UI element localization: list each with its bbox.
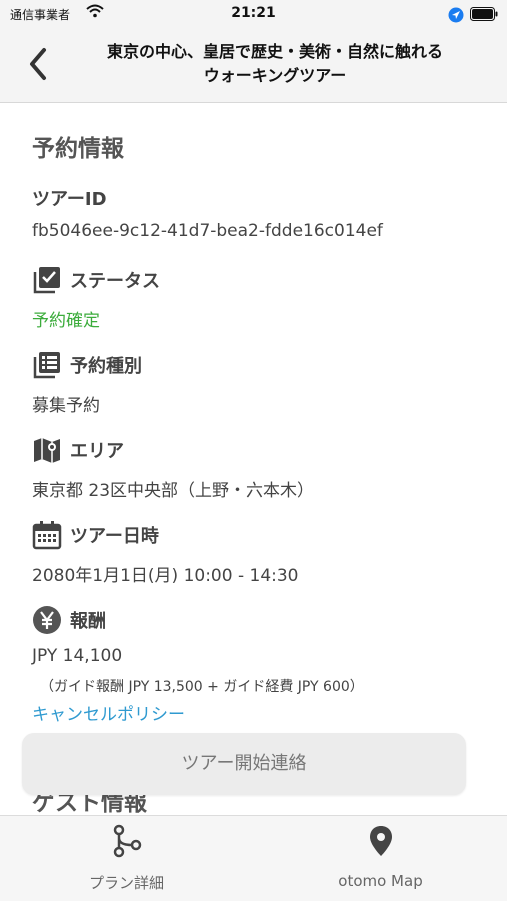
map-icon: [34, 438, 60, 463]
clock: 21:21: [231, 5, 276, 21]
battery-icon: [470, 7, 498, 25]
reservation-type-label-text: 予約種別: [70, 356, 142, 377]
datetime-label: ツアー日時: [32, 520, 159, 550]
yen-coin-icon: [33, 606, 61, 634]
tab-otomo-map-label: otomo Map: [338, 872, 423, 890]
fee-breakdown: （ガイド報酬 JPY 13,500 + ガイド経費 JPY 600）: [40, 679, 364, 695]
page-title-line2: ウォーキングツアー: [203, 66, 347, 85]
calendar-icon: [32, 521, 62, 550]
area-label: エリア: [32, 435, 124, 465]
status-value: 予約確定: [32, 311, 100, 331]
checklist-icon: [33, 267, 60, 294]
status-label: ステータス: [32, 265, 160, 295]
status-label-text: ステータス: [70, 271, 160, 292]
tour-start-contact-button[interactable]: ツアー開始連絡: [22, 733, 466, 795]
reservation-type-value: 募集予約: [32, 396, 100, 416]
location-arrow-icon: [448, 7, 464, 27]
datetime-label-text: ツアー日時: [70, 526, 159, 547]
tour-id-label: ツアーID: [32, 185, 107, 211]
list-icon: [33, 352, 60, 379]
tour-id-label-text: ツアーID: [32, 189, 107, 210]
reservation-content: 予約情報 ツアーID fb5046ee-9c12-41d7-bea2-fdde1…: [0, 103, 507, 815]
navigation-bar: 東京の中心、皇居で歴史・美術・自然に触れる ウォーキングツアー: [0, 28, 507, 103]
area-value: 東京都 23区中央部（上野・六本木）: [32, 481, 315, 501]
section-title-reservation: 予約情報: [32, 136, 124, 162]
chevron-left-icon: [30, 48, 46, 80]
tab-plan-details[interactable]: プラン詳細: [0, 816, 253, 901]
fee-label-text: 報酬: [70, 611, 106, 632]
reservation-type-label: 予約種別: [32, 350, 142, 380]
back-button[interactable]: [24, 46, 54, 82]
tab-bar: プラン詳細 otomo Map: [0, 815, 507, 901]
fee-label: 報酬: [32, 605, 106, 635]
tab-otomo-map[interactable]: otomo Map: [254, 816, 507, 901]
map-pin-icon: [369, 826, 392, 856]
fee-value: JPY 14,100: [32, 646, 123, 666]
cancel-policy-link[interactable]: キャンセルポリシー: [32, 700, 185, 725]
route-icon: [113, 824, 141, 858]
page-title-line1: 東京の中心、皇居で歴史・美術・自然に触れる: [106, 42, 443, 61]
tour-id-value: fb5046ee-9c12-41d7-bea2-fdde16c014ef: [32, 221, 383, 241]
datetime-value: 2080年1月1日(月) 10:00 - 14:30: [32, 566, 299, 586]
status-bar: 通信事業者 21:21: [0, 0, 507, 28]
area-label-text: エリア: [70, 441, 124, 462]
tab-plan-details-label: プラン詳細: [88, 874, 164, 892]
page-title: 東京の中心、皇居で歴史・美術・自然に触れる ウォーキングツアー: [70, 40, 480, 88]
